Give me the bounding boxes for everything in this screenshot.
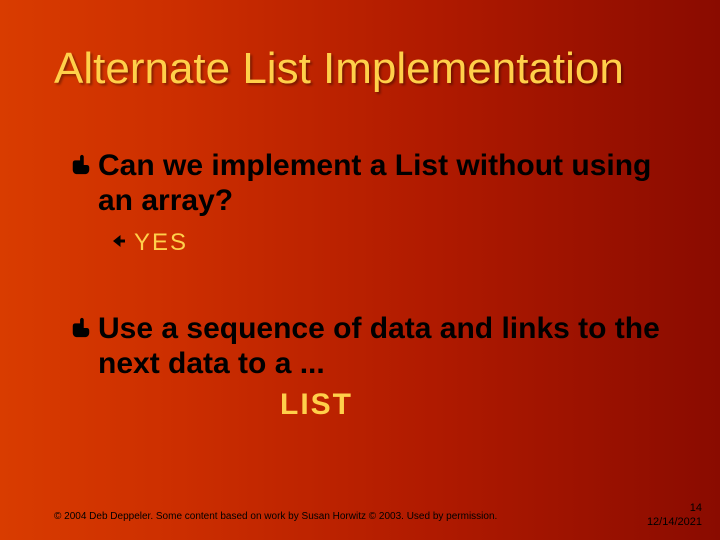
bullet-1-text: Can we implement a List without using an…: [98, 148, 670, 219]
bullet-2-text: Use a sequence of data and links to the …: [98, 311, 670, 382]
sub-bullet-1: YES: [110, 229, 670, 257]
page-number: 14: [647, 502, 702, 514]
spacer: [70, 257, 670, 311]
hand-point-icon: [70, 154, 98, 176]
slide-body: Can we implement a List without using an…: [70, 148, 670, 422]
slide-title: Alternate List Implementation: [54, 44, 690, 94]
footer-date: 12/14/2021: [647, 516, 702, 528]
slide: Alternate List Implementation Can we imp…: [0, 0, 720, 540]
arrow-left-icon: [110, 232, 134, 255]
list-label: LIST: [280, 388, 670, 422]
footer-credit: © 2004 Deb Deppeler. Some content based …: [54, 511, 497, 522]
bullet-2: Use a sequence of data and links to the …: [70, 311, 670, 382]
footer-right: 14 12/14/2021: [647, 502, 702, 528]
hand-point-icon: [70, 317, 98, 339]
sub-bullet-1-text: YES: [134, 229, 188, 257]
bullet-1: Can we implement a List without using an…: [70, 148, 670, 219]
